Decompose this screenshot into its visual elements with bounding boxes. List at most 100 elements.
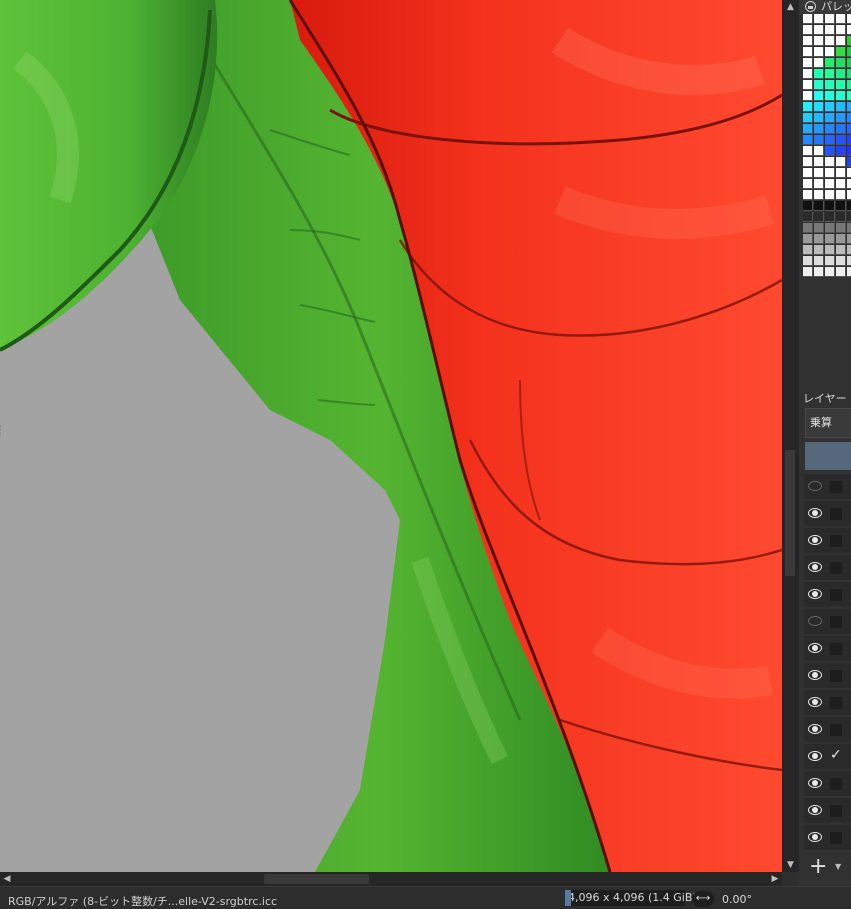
palette-swatch[interactable] [836, 25, 846, 35]
palette-swatch[interactable] [836, 212, 846, 222]
palette-swatch[interactable] [836, 157, 846, 167]
palette-swatch[interactable] [836, 135, 846, 145]
palette-swatch[interactable] [803, 91, 813, 101]
eye-icon[interactable] [808, 616, 822, 626]
palette-swatch[interactable] [803, 47, 813, 57]
palette-swatch[interactable] [836, 113, 846, 123]
palette-swatch[interactable] [814, 245, 824, 255]
palette-swatch[interactable] [847, 157, 851, 167]
palette-swatch[interactable] [803, 69, 813, 79]
palette-swatch[interactable] [803, 267, 813, 277]
eye-icon[interactable] [808, 805, 822, 815]
palette-swatch[interactable] [825, 91, 835, 101]
palette-swatch[interactable] [803, 245, 813, 255]
scroll-down-icon[interactable]: ▼ [782, 858, 799, 872]
palette-swatch[interactable] [825, 124, 835, 134]
layer-row[interactable] [804, 582, 851, 608]
palette-swatch[interactable] [814, 69, 824, 79]
palette-swatch[interactable] [814, 190, 824, 200]
palette-swatch[interactable] [803, 190, 813, 200]
palette-swatch[interactable] [847, 256, 851, 266]
palette-swatch[interactable] [847, 14, 851, 24]
palette-swatch[interactable] [836, 36, 846, 46]
palette-swatch[interactable] [836, 201, 846, 211]
palette-swatch[interactable] [814, 124, 824, 134]
palette-swatch[interactable] [803, 256, 813, 266]
palette-swatch[interactable] [836, 245, 846, 255]
palette-swatch[interactable] [825, 58, 835, 68]
eye-icon[interactable] [808, 589, 822, 599]
horizontal-scroll-thumb[interactable] [264, 874, 369, 884]
palette-swatch[interactable] [803, 234, 813, 244]
horizontal-scrollbar[interactable]: ◀ ▶ [0, 872, 782, 886]
palette-swatch[interactable] [847, 234, 851, 244]
palette-swatch[interactable] [814, 36, 824, 46]
palette-swatch[interactable] [847, 168, 851, 178]
palette-swatch[interactable] [825, 234, 835, 244]
palette-swatch[interactable] [814, 201, 824, 211]
eye-icon[interactable] [808, 697, 822, 707]
layer-row[interactable] [804, 555, 851, 581]
layer-row[interactable] [804, 609, 851, 635]
palette-swatch[interactable] [825, 102, 835, 112]
palette-swatch[interactable] [814, 135, 824, 145]
scroll-left-icon[interactable]: ◀ [0, 872, 14, 886]
scroll-right-icon[interactable]: ▶ [768, 872, 782, 886]
layer-row[interactable] [804, 501, 851, 527]
rotate-icon[interactable]: ⟷ [692, 891, 714, 907]
palette-swatch[interactable] [825, 256, 835, 266]
palette-swatch[interactable] [825, 157, 835, 167]
palette-swatch[interactable] [836, 91, 846, 101]
palette-swatch[interactable] [836, 80, 846, 90]
palette-swatch[interactable] [825, 113, 835, 123]
layer-row[interactable] [804, 636, 851, 662]
palette-swatch[interactable] [836, 179, 846, 189]
palette-swatch[interactable] [836, 146, 846, 156]
palette-swatch[interactable] [836, 223, 846, 233]
palette-swatch[interactable] [814, 58, 824, 68]
checkmark-icon[interactable]: ✓ [830, 747, 842, 763]
eye-icon[interactable] [808, 751, 822, 761]
palette-swatch[interactable] [814, 14, 824, 24]
eye-icon[interactable] [808, 535, 822, 545]
palette-swatch[interactable] [847, 47, 851, 57]
eye-icon[interactable] [808, 562, 822, 572]
palette-swatch[interactable] [814, 91, 824, 101]
eye-icon[interactable] [808, 508, 822, 518]
canvas-resize-handle[interactable] [0, 425, 3, 437]
palette-swatch[interactable] [803, 146, 813, 156]
palette-swatch[interactable] [814, 223, 824, 233]
layer-row[interactable] [804, 771, 851, 797]
palette-swatch[interactable] [847, 190, 851, 200]
image-size-field[interactable]: 4,096 x 4,096 (1.4 GiB) [565, 890, 697, 906]
eye-icon[interactable] [808, 643, 822, 653]
palette-swatch[interactable] [847, 36, 851, 46]
palette-swatch[interactable] [847, 179, 851, 189]
lock-icon[interactable] [805, 1, 816, 12]
palette-swatch[interactable] [836, 47, 846, 57]
palette-swatch[interactable] [803, 36, 813, 46]
palette-swatch[interactable] [814, 234, 824, 244]
palette-swatch[interactable] [836, 69, 846, 79]
palette-swatch[interactable] [803, 124, 813, 134]
eye-icon[interactable] [808, 481, 822, 491]
palette-swatch[interactable] [847, 113, 851, 123]
palette-swatch[interactable] [847, 245, 851, 255]
palette-swatch[interactable] [847, 58, 851, 68]
palette-swatch[interactable] [825, 201, 835, 211]
palette-swatch[interactable] [847, 69, 851, 79]
palette-swatch[interactable] [825, 135, 835, 145]
palette-swatch[interactable] [814, 168, 824, 178]
palette-swatch[interactable] [803, 223, 813, 233]
palette-swatch[interactable] [825, 245, 835, 255]
palette-swatch[interactable] [847, 80, 851, 90]
vertical-scroll-thumb[interactable] [785, 450, 795, 576]
layer-row[interactable] [804, 825, 851, 851]
eye-icon[interactable] [808, 832, 822, 842]
eye-icon[interactable] [808, 670, 822, 680]
scroll-up-icon[interactable]: ▲ [782, 0, 799, 14]
palette-swatch[interactable] [825, 267, 835, 277]
chevron-down-icon[interactable]: ▼ [835, 862, 841, 871]
palette-swatch[interactable] [825, 223, 835, 233]
palette-swatch[interactable] [803, 179, 813, 189]
